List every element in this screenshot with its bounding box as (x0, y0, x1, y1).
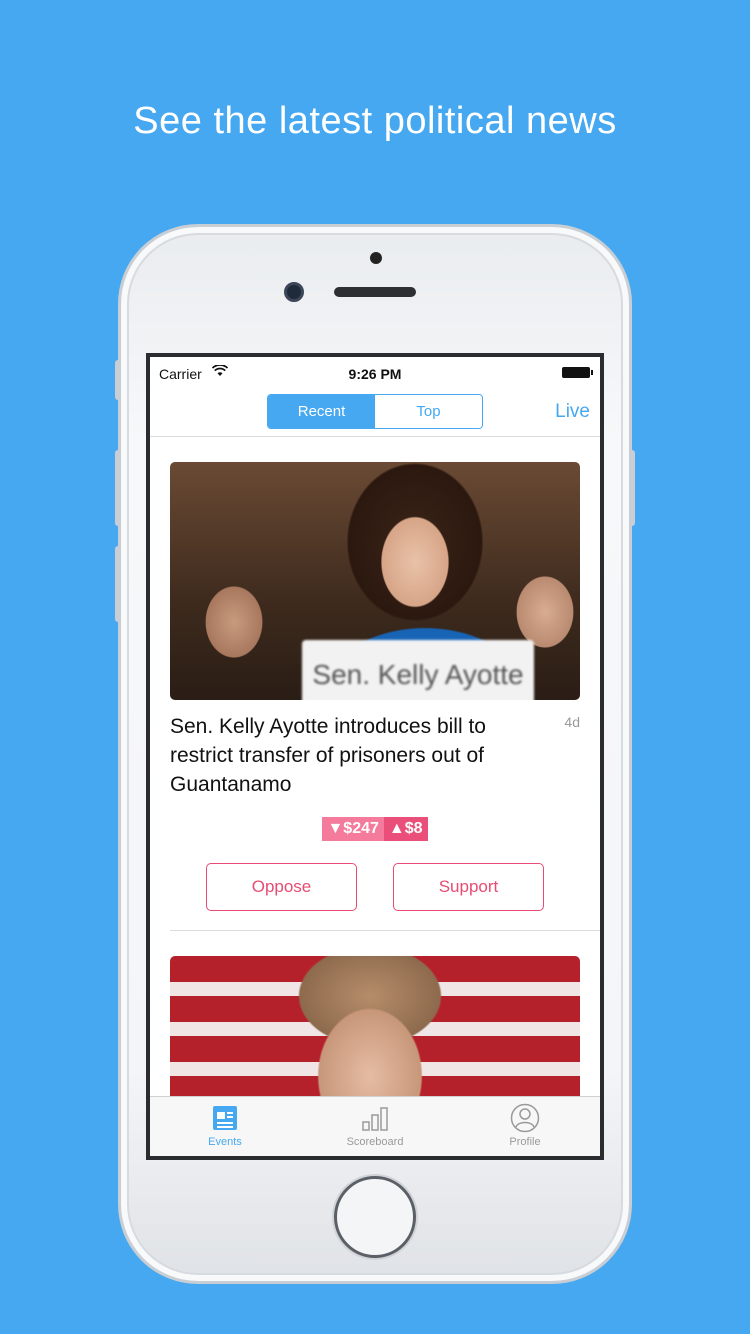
event-age: 4d (564, 714, 580, 730)
tab-events[interactable]: Events (150, 1097, 300, 1156)
feed-segmented-control: Recent Top (267, 394, 483, 429)
bar-chart-icon (360, 1103, 390, 1133)
tab-scoreboard[interactable]: Scoreboard (300, 1097, 450, 1156)
clock: 9:26 PM (348, 366, 402, 382)
volume-up-button (115, 450, 121, 526)
support-button[interactable]: Support (393, 863, 544, 911)
event-card[interactable] (170, 956, 580, 1100)
tab-label: Events (208, 1136, 242, 1148)
newspaper-icon (210, 1103, 240, 1133)
photo-nameplate: Sen. Kelly Ayotte (302, 640, 534, 700)
tab-bar: Events Scoreboard Profile (150, 1096, 600, 1156)
live-button[interactable]: Live (555, 401, 590, 423)
support-total-badge: ▲$8 (383, 817, 428, 841)
earpiece-speaker (334, 287, 416, 297)
battery-icon (562, 367, 593, 378)
tab-profile[interactable]: Profile (450, 1097, 600, 1156)
event-feed[interactable]: Sen. Kelly Ayotte Sen. Kelly Ayotte intr… (150, 438, 600, 1100)
home-button[interactable] (334, 1176, 416, 1258)
tab-label: Scoreboard (346, 1136, 404, 1148)
tab-label: Profile (509, 1136, 541, 1148)
status-bar: Carrier 9:26 PM (150, 357, 600, 389)
oppose-total-badge: ▼$247 (322, 817, 384, 841)
person-icon (510, 1103, 540, 1133)
segment-recent[interactable]: Recent (268, 395, 375, 428)
promo-headline: See the latest political news (133, 100, 617, 142)
power-button (629, 450, 635, 526)
card-divider (170, 930, 600, 931)
oppose-button[interactable]: Oppose (206, 863, 357, 911)
nav-bar: Recent Top Live (150, 389, 600, 437)
event-title[interactable]: Sen. Kelly Ayotte introduces bill to res… (170, 712, 545, 799)
event-photo[interactable] (170, 956, 580, 1100)
proximity-sensor (370, 252, 382, 264)
donation-totals: ▼$247 ▲$8 (170, 817, 580, 841)
volume-down-button (115, 546, 121, 622)
segment-top[interactable]: Top (375, 395, 482, 428)
event-photo[interactable]: Sen. Kelly Ayotte (170, 462, 580, 700)
mute-switch (115, 360, 121, 400)
event-card[interactable]: Sen. Kelly Ayotte Sen. Kelly Ayotte intr… (170, 462, 580, 911)
app-screen: Carrier 9:26 PM Recent Top Live Sen. Kel… (146, 353, 604, 1160)
front-camera (284, 282, 304, 302)
